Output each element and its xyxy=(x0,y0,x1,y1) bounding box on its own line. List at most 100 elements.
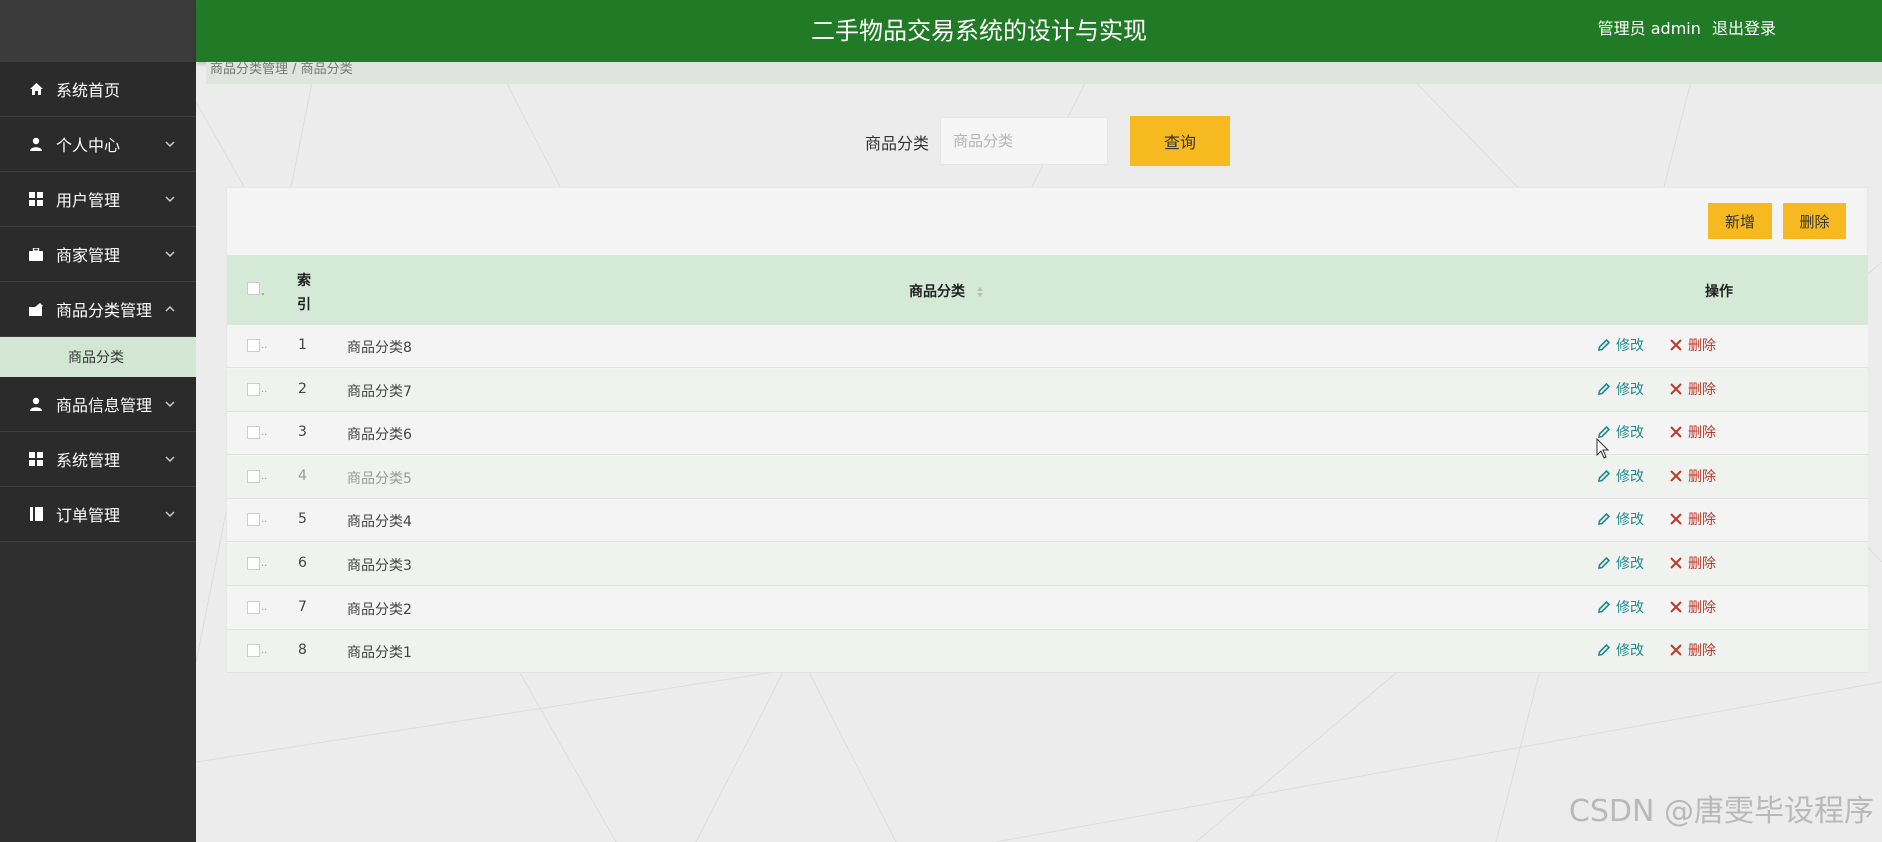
row-category-name: 商品分类8 xyxy=(347,340,412,356)
edit-label: 修改 xyxy=(1616,425,1644,442)
table-row: .. 8 商品分类1 修改 删除 xyxy=(227,630,1868,674)
sidebar: 系统首页 个人中心 用户管理 商家管理 商品分类管理 商品分类 商品信息管理 系… xyxy=(0,0,196,842)
delete-button[interactable]: 删除 xyxy=(1669,640,1716,660)
sidebar-item-orders[interactable]: 订单管理 xyxy=(0,487,196,542)
row-index: 2 xyxy=(298,380,307,397)
close-icon xyxy=(1670,644,1682,656)
search-button[interactable]: 查询 xyxy=(1130,116,1230,166)
row-checkbox[interactable]: .. xyxy=(247,513,267,527)
row-checkbox[interactable]: .. xyxy=(247,600,267,614)
row-category-name: 商品分类3 xyxy=(347,558,412,574)
sidebar-item-merchants[interactable]: 商家管理 xyxy=(0,227,196,282)
chevron-up-icon xyxy=(165,305,175,312)
row-index: 7 xyxy=(298,598,307,615)
category-search-input[interactable] xyxy=(940,117,1108,165)
delete-button[interactable]: 删除 xyxy=(1669,509,1716,529)
row-index: 1 xyxy=(298,337,307,353)
delete-label: 删除 xyxy=(1688,643,1716,660)
row-index: 5 xyxy=(298,511,307,528)
row-checkbox[interactable]: .. xyxy=(247,382,267,396)
chevron-down-icon xyxy=(165,196,175,203)
sidebar-item-profile[interactable]: 个人中心 xyxy=(0,117,196,172)
row-index: 8 xyxy=(298,642,307,659)
pencil-icon xyxy=(1598,469,1611,482)
breadcrumb-text: 商品分类管理 / 商品分类 xyxy=(210,62,353,77)
row-checkbox[interactable]: .. xyxy=(247,469,267,483)
row-category-name: 商品分类7 xyxy=(347,383,412,400)
row-checkbox[interactable]: .. xyxy=(247,339,267,352)
edit-label: 修改 xyxy=(1616,338,1644,354)
sidebar-item-label: 商品信息管理 xyxy=(56,396,153,415)
edit-button[interactable]: 修改 xyxy=(1597,597,1644,617)
column-header-actions: 操作 xyxy=(1705,284,1733,300)
pencil-icon xyxy=(1598,644,1611,657)
search-label: 商品分类 xyxy=(865,134,930,153)
sort-icon[interactable] xyxy=(976,286,984,298)
index-header-text: 索引 xyxy=(297,273,311,313)
close-icon xyxy=(1670,600,1682,613)
edit-label: 修改 xyxy=(1616,599,1644,616)
pencil-icon xyxy=(1598,382,1611,395)
batch-delete-button[interactable]: 删除 xyxy=(1783,203,1846,239)
close-icon xyxy=(1670,513,1682,526)
row-index: 6 xyxy=(298,555,307,571)
table-row: .. 2 商品分类7 修改 删除 xyxy=(227,368,1868,412)
delete-label: 删除 xyxy=(1688,512,1716,529)
row-index: 3 xyxy=(298,424,307,441)
close-icon xyxy=(1670,426,1682,438)
delete-button[interactable]: 删除 xyxy=(1669,335,1716,355)
edit-button[interactable]: 修改 xyxy=(1597,553,1644,573)
sidebar-item-system[interactable]: 系统管理 xyxy=(0,432,196,487)
delete-label: 删除 xyxy=(1688,381,1716,398)
row-checkbox[interactable]: .. xyxy=(247,557,267,570)
edit-button[interactable]: 修改 xyxy=(1597,640,1644,660)
sidebar-item-label: 系统首页 xyxy=(56,81,121,100)
category-header-text: 商品分类 xyxy=(909,284,965,300)
add-button[interactable]: 新增 xyxy=(1708,203,1772,239)
close-icon xyxy=(1670,470,1682,482)
sidebar-subitem-category[interactable]: 商品分类 xyxy=(0,337,196,377)
table-row: .. 7 商品分类2 修改 删除 xyxy=(227,586,1868,630)
sidebar-item-users[interactable]: 用户管理 xyxy=(0,172,196,227)
select-all-checkbox[interactable]: . xyxy=(247,282,265,299)
column-header-category[interactable]: 商品分类 xyxy=(909,281,984,301)
pencil-icon xyxy=(1598,600,1611,613)
edit-button[interactable]: 修改 xyxy=(1597,466,1644,486)
table-row: .. 1 商品分类8 修改 删除 xyxy=(227,325,1868,368)
delete-button[interactable]: 删除 xyxy=(1669,597,1716,617)
table-row: .. 3 商品分类6 修改 删除 xyxy=(227,412,1868,456)
edit-button[interactable]: 修改 xyxy=(1597,509,1644,529)
pencil-icon xyxy=(1598,513,1611,526)
current-user: 管理员 admin xyxy=(1597,19,1701,38)
sidebar-item-label: 订单管理 xyxy=(56,506,121,525)
row-category-name: 商品分类4 xyxy=(347,514,412,531)
sidebar-item-category-management[interactable]: 商品分类管理 xyxy=(0,282,196,337)
book-icon xyxy=(28,506,44,522)
delete-button[interactable]: 删除 xyxy=(1669,466,1716,486)
delete-button[interactable]: 删除 xyxy=(1669,379,1716,399)
sidebar-item-product-info[interactable]: 商品信息管理 xyxy=(0,377,196,432)
logout-link[interactable]: 退出登录 xyxy=(1712,19,1776,38)
chevron-down-icon xyxy=(165,251,175,258)
row-checkbox[interactable]: .. xyxy=(247,644,267,658)
chevron-down-icon xyxy=(165,511,175,518)
row-category-name: 商品分类2 xyxy=(347,601,412,618)
row-checkbox[interactable]: .. xyxy=(247,426,267,440)
tag-icon xyxy=(28,301,44,317)
briefcase-icon xyxy=(28,246,44,262)
edit-button[interactable]: 修改 xyxy=(1597,379,1644,399)
user-icon xyxy=(28,136,44,152)
grid-icon xyxy=(28,191,44,207)
watermark: CSDN @唐雯毕设程序 xyxy=(1568,794,1874,829)
delete-label: 删除 xyxy=(1688,599,1716,616)
delete-button[interactable]: 删除 xyxy=(1669,422,1716,442)
sidebar-item-home[interactable]: 系统首页 xyxy=(0,62,196,117)
grid-icon xyxy=(28,451,44,467)
top-header: 二手物品交易系统的设计与实现 管理员 admin 退出登录 xyxy=(196,0,1882,62)
edit-button[interactable]: 修改 xyxy=(1597,335,1644,355)
table-row: .. 5 商品分类4 修改 删除 xyxy=(227,499,1868,543)
delete-button[interactable]: 删除 xyxy=(1669,553,1716,573)
table-header: . 索引 商品分类 操作 xyxy=(227,255,1868,325)
user-info: 管理员 admin 退出登录 xyxy=(1592,0,1776,58)
sidebar-item-label: 个人中心 xyxy=(56,136,121,155)
